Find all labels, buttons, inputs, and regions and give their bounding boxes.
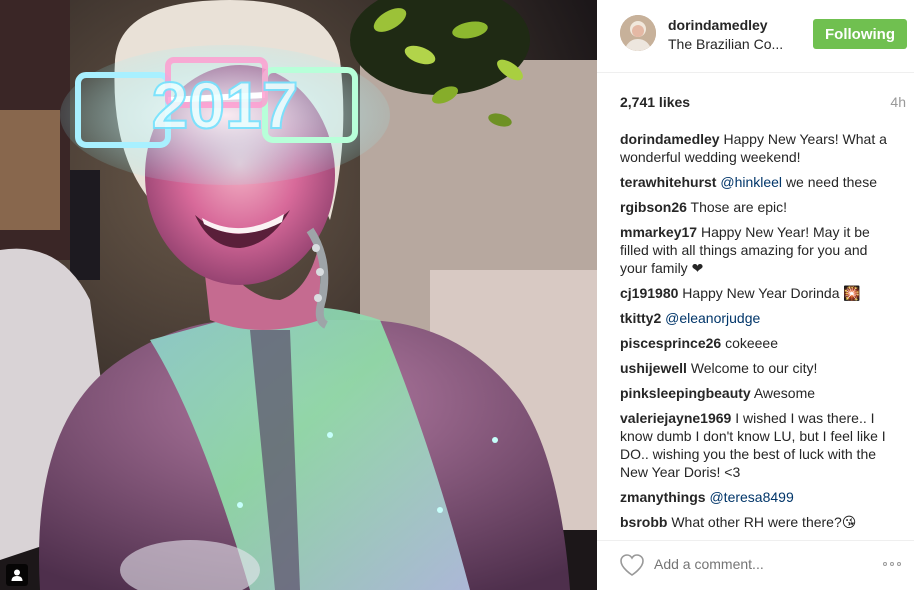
header-username[interactable]: dorindamedley (668, 17, 768, 33)
more-options-icon (890, 562, 894, 566)
comment-item: zmanythings @teresa8499 (620, 488, 895, 506)
comment-username[interactable]: bsrobb (620, 514, 667, 530)
comment-username[interactable]: rgibson26 (620, 199, 687, 215)
more-options-button[interactable] (883, 562, 901, 566)
post-sidebar: dorindamedley The Brazilian Co... Follow… (597, 0, 914, 590)
glasses-number: 2017 (152, 68, 299, 142)
comment-text: Awesome (753, 385, 816, 401)
following-button[interactable]: Following (813, 19, 907, 49)
comment-item: pinksleepingbeauty Awesome (620, 384, 895, 402)
comment-item: ushijewell Welcome to our city! (620, 359, 895, 377)
comment-text: cokeeee (725, 335, 778, 351)
post-age[interactable]: 4h (890, 94, 906, 110)
comment-username[interactable]: cj191980 (620, 285, 678, 301)
comment-mention[interactable]: @teresa8499 (709, 489, 793, 505)
comment-text: we need these (785, 174, 878, 190)
heart-outline-icon (620, 554, 644, 576)
comment-item: tkitty2 @eleanorjudge (620, 309, 895, 327)
comment-item: bsrobb What other RH were there?😘 (620, 513, 895, 530)
add-comment-input[interactable] (654, 555, 864, 573)
comment-text: Those are epic! (690, 199, 788, 215)
comment-text: Happy New Year Dorinda 🎇 (682, 285, 861, 301)
likes-count[interactable]: 2,741 likes (620, 94, 690, 110)
comment-item: dorindamedley Happy New Years! What a wo… (620, 130, 895, 166)
like-button[interactable] (619, 553, 645, 577)
avatar-image (620, 15, 656, 51)
comment-bar (597, 540, 914, 591)
post-photo[interactable]: 2017 (0, 0, 597, 590)
comment-username[interactable]: mmarkey17 (620, 224, 697, 240)
comment-item: piscesprince26 cokeeee (620, 334, 895, 352)
comment-item: mmarkey17 Happy New Year! May it be fill… (620, 223, 895, 277)
comment-username[interactable]: zmanythings (620, 489, 706, 505)
more-options-icon (897, 562, 901, 566)
comment-username[interactable]: ushijewell (620, 360, 687, 376)
comment-text: Welcome to our city! (690, 360, 818, 376)
more-options-icon (883, 562, 887, 566)
comment-mention[interactable]: @eleanorjudge (665, 310, 760, 326)
comment-item: terawhitehurst @hinkleel we need these (620, 173, 895, 191)
avatar[interactable] (620, 15, 656, 51)
photo-scene: 2017 (0, 0, 597, 590)
comment-item: cj191980 Happy New Year Dorinda 🎇 (620, 284, 895, 302)
comment-mention[interactable]: @hinkleel (720, 174, 782, 190)
tagged-people-button[interactable] (6, 564, 28, 586)
comment-item: valeriejayne1969 I wished I was there.. … (620, 409, 895, 481)
comment-item: rgibson26 Those are epic! (620, 198, 895, 216)
person-icon (11, 569, 23, 581)
comment-text: What other RH were there?😘 (671, 514, 857, 530)
instagram-post: 2017 dorindamedley The Brazilian Co... F… (0, 0, 914, 590)
comments-list: dorindamedley Happy New Years! What a wo… (620, 130, 895, 530)
comment-username[interactable]: pinksleepingbeauty (620, 385, 751, 401)
comment-username[interactable]: valeriejayne1969 (620, 410, 731, 426)
comment-username[interactable]: terawhitehurst (620, 174, 716, 190)
header-location[interactable]: The Brazilian Co... (668, 36, 783, 52)
comment-username[interactable]: tkitty2 (620, 310, 661, 326)
comment-username[interactable]: dorindamedley (620, 131, 720, 147)
post-header: dorindamedley The Brazilian Co... Follow… (597, 0, 914, 73)
comment-username[interactable]: piscesprince26 (620, 335, 721, 351)
